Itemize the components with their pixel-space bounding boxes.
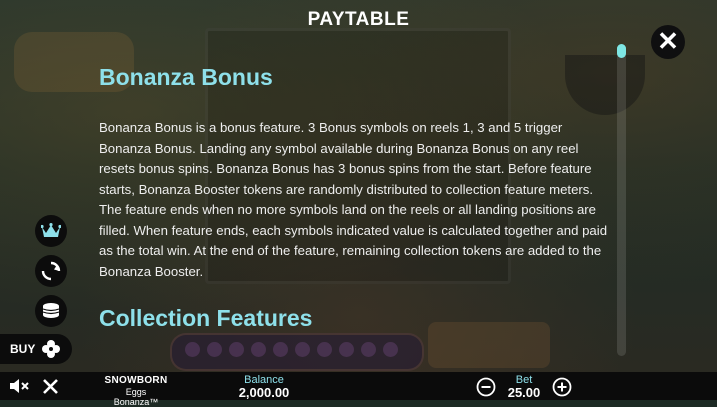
meter-slot [229, 342, 244, 357]
game-provider: SNOWBORN [104, 375, 168, 386]
scrollbar[interactable] [617, 44, 626, 356]
meter-slot [273, 342, 288, 357]
section-heading: Collection Features [99, 305, 313, 331]
meter-slot [295, 342, 310, 357]
close-icon: ✕ [657, 26, 679, 56]
exit-icon[interactable] [42, 378, 59, 395]
bet-value: 25.00 [507, 385, 541, 400]
buy-label: BUY [10, 342, 36, 356]
autoplay-button[interactable] [35, 255, 67, 287]
section-heading: Bonanza Bonus [99, 64, 273, 90]
buy-button[interactable]: BUY [0, 334, 72, 364]
plus-icon[interactable] [552, 377, 572, 397]
booster-background [428, 322, 550, 368]
meter-slot [383, 342, 398, 357]
meter-slot [185, 342, 200, 357]
page-title: PAYTABLE [307, 9, 410, 30]
crown-icon [41, 223, 61, 237]
coins-icon [42, 303, 60, 318]
balance-value: 2,000.00 [238, 385, 290, 400]
buy-icon [42, 340, 60, 358]
game-name: Eggs Bonanza™ [113, 387, 159, 407]
meter-slot [317, 342, 332, 357]
crown-button[interactable] [35, 215, 67, 247]
bet-coins-button[interactable] [35, 295, 67, 327]
meter-slot [339, 342, 354, 357]
close-button[interactable]: ✕ [651, 25, 685, 59]
scroll-thumb[interactable] [617, 44, 626, 58]
section-text: Bonanza Bonus is a bonus feature. 3 Bonu… [99, 120, 608, 279]
sound-off-icon[interactable] [9, 378, 31, 394]
meter-slot [361, 342, 376, 357]
minus-icon[interactable] [476, 377, 496, 397]
meter-slot [251, 342, 266, 357]
autoplay-icon [41, 261, 61, 281]
meter-slot [207, 342, 222, 357]
